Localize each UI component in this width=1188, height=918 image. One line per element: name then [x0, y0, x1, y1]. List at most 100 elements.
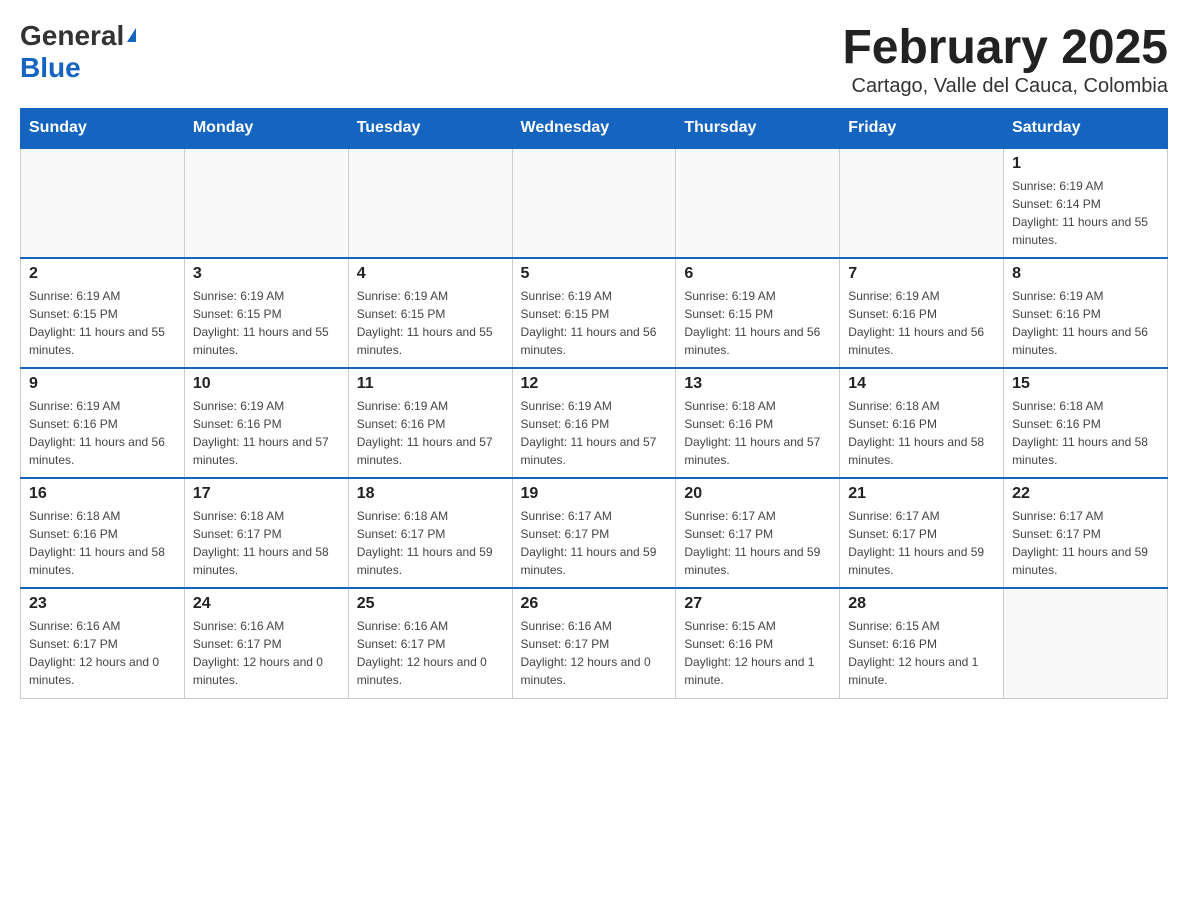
day-info: Sunrise: 6:19 AM Sunset: 6:15 PM Dayligh… [193, 287, 340, 359]
day-info: Sunrise: 6:15 AM Sunset: 6:16 PM Dayligh… [684, 617, 831, 689]
calendar-week-row: 23 Sunrise: 6:16 AM Sunset: 6:17 PM Dayli… [21, 588, 1168, 698]
day-number: 28 [848, 595, 995, 613]
calendar-cell [348, 148, 512, 258]
day-info: Sunrise: 6:17 AM Sunset: 6:17 PM Dayligh… [521, 507, 668, 579]
calendar-cell: 16Sunrise: 6:18 AM Sunset: 6:16 PM Dayli… [21, 478, 185, 588]
day-number: 2 [29, 265, 176, 283]
calendar-cell: 12 Sunrise: 6:19 AM Sunset: 6:16 PM Dayli… [512, 368, 676, 478]
day-info: Sunrise: 6:19 AM Sunset: 6:15 PM Dayligh… [684, 287, 831, 359]
day-number: 15 [1012, 375, 1159, 393]
day-number: 26 [521, 595, 668, 613]
day-info: Sunrise: 6:18 AM Sunset: 6:16 PM Dayligh… [684, 397, 831, 469]
day-number: 5 [521, 265, 668, 283]
day-info: Sunrise: 6:18 AM Sunset: 6:16 PM Dayligh… [1012, 397, 1159, 469]
day-number: 21 [848, 485, 995, 503]
day-number: 7 [848, 265, 995, 283]
day-info: Sunrise: 6:19 AM Sunset: 6:16 PM Dayligh… [357, 397, 504, 469]
day-info: Sunrise: 6:16 AM Sunset: 6:17 PM Dayligh… [357, 617, 504, 689]
day-info: Sunrise: 6:16 AM Sunset: 6:17 PM Dayligh… [193, 617, 340, 689]
calendar-cell: 27 Sunrise: 6:15 AM Sunset: 6:16 PM Dayli… [676, 588, 840, 698]
day-info: Sunrise: 6:19 AM Sunset: 6:15 PM Dayligh… [29, 287, 176, 359]
day-number: 13 [684, 375, 831, 393]
day-number: 24 [193, 595, 340, 613]
calendar-cell: 3 Sunrise: 6:19 AM Sunset: 6:15 PM Daylig… [184, 258, 348, 368]
calendar-cell: 23 Sunrise: 6:16 AM Sunset: 6:17 PM Dayli… [21, 588, 185, 698]
day-number: 16 [29, 485, 176, 503]
day-number: 23 [29, 595, 176, 613]
day-info: Sunrise: 6:19 AM Sunset: 6:14 PM Dayligh… [1012, 177, 1159, 249]
calendar-cell: 19 Sunrise: 6:17 AM Sunset: 6:17 PM Dayli… [512, 478, 676, 588]
day-number: 6 [684, 265, 831, 283]
day-info: Sunrise: 6:18 AM Sunset: 6:17 PM Dayligh… [193, 507, 340, 579]
calendar-cell: 13 Sunrise: 6:18 AM Sunset: 6:16 PM Dayli… [676, 368, 840, 478]
day-info: Sunrise: 6:19 AM Sunset: 6:16 PM Dayligh… [848, 287, 995, 359]
calendar-cell: 20 Sunrise: 6:17 AM Sunset: 6:17 PM Dayli… [676, 478, 840, 588]
calendar-cell: 22 Sunrise: 6:17 AM Sunset: 6:17 PM Dayli… [1004, 478, 1168, 588]
calendar: Sunday Monday Tuesday Wednesday Thursday… [20, 108, 1168, 699]
day-info: Sunrise: 6:17 AM Sunset: 6:17 PM Dayligh… [848, 507, 995, 579]
logo-general-text: General [20, 20, 124, 52]
calendar-week-row: 2 Sunrise: 6:19 AM Sunset: 6:15 PM Daylig… [21, 258, 1168, 368]
day-number: 12 [521, 375, 668, 393]
calendar-cell: 8Sunrise: 6:19 AM Sunset: 6:16 PM Daylig… [1004, 258, 1168, 368]
calendar-cell: 1 Sunrise: 6:19 AM Sunset: 6:14 PM Daylig… [1004, 148, 1168, 258]
logo-triangle-icon [127, 28, 136, 42]
day-number: 8 [1012, 265, 1159, 283]
day-info: Sunrise: 6:16 AM Sunset: 6:17 PM Dayligh… [29, 617, 176, 689]
calendar-week-row: 1 Sunrise: 6:19 AM Sunset: 6:14 PM Daylig… [21, 148, 1168, 258]
day-info: Sunrise: 6:17 AM Sunset: 6:17 PM Dayligh… [1012, 507, 1159, 579]
day-number: 27 [684, 595, 831, 613]
day-number: 22 [1012, 485, 1159, 503]
logo-blue-text: Blue [20, 52, 81, 83]
calendar-week-row: 16Sunrise: 6:18 AM Sunset: 6:16 PM Dayli… [21, 478, 1168, 588]
title-section: February 2025 Cartago, Valle del Cauca, … [842, 20, 1168, 98]
col-thursday: Thursday [676, 109, 840, 149]
day-info: Sunrise: 6:15 AM Sunset: 6:16 PM Dayligh… [848, 617, 995, 689]
day-info: Sunrise: 6:18 AM Sunset: 6:16 PM Dayligh… [848, 397, 995, 469]
calendar-cell: 5 Sunrise: 6:19 AM Sunset: 6:15 PM Daylig… [512, 258, 676, 368]
day-number: 10 [193, 375, 340, 393]
day-info: Sunrise: 6:18 AM Sunset: 6:17 PM Dayligh… [357, 507, 504, 579]
day-info: Sunrise: 6:19 AM Sunset: 6:16 PM Dayligh… [193, 397, 340, 469]
calendar-cell [184, 148, 348, 258]
calendar-cell [840, 148, 1004, 258]
calendar-cell [512, 148, 676, 258]
calendar-cell: 7 Sunrise: 6:19 AM Sunset: 6:16 PM Daylig… [840, 258, 1004, 368]
col-tuesday: Tuesday [348, 109, 512, 149]
calendar-cell [1004, 588, 1168, 698]
day-number: 11 [357, 375, 504, 393]
location: Cartago, Valle del Cauca, Colombia [842, 75, 1168, 98]
day-number: 20 [684, 485, 831, 503]
day-info: Sunrise: 6:17 AM Sunset: 6:17 PM Dayligh… [684, 507, 831, 579]
calendar-cell: 17 Sunrise: 6:18 AM Sunset: 6:17 PM Dayli… [184, 478, 348, 588]
calendar-cell: 18 Sunrise: 6:18 AM Sunset: 6:17 PM Dayli… [348, 478, 512, 588]
calendar-cell [21, 148, 185, 258]
day-info: Sunrise: 6:19 AM Sunset: 6:15 PM Dayligh… [357, 287, 504, 359]
logo: General Blue [20, 20, 136, 84]
day-number: 18 [357, 485, 504, 503]
calendar-cell: 11 Sunrise: 6:19 AM Sunset: 6:16 PM Dayli… [348, 368, 512, 478]
day-number: 14 [848, 375, 995, 393]
day-number: 9 [29, 375, 176, 393]
day-number: 3 [193, 265, 340, 283]
calendar-cell [676, 148, 840, 258]
col-saturday: Saturday [1004, 109, 1168, 149]
calendar-cell: 2 Sunrise: 6:19 AM Sunset: 6:15 PM Daylig… [21, 258, 185, 368]
calendar-cell: 21 Sunrise: 6:17 AM Sunset: 6:17 PM Dayli… [840, 478, 1004, 588]
calendar-cell: 9Sunrise: 6:19 AM Sunset: 6:16 PM Daylig… [21, 368, 185, 478]
calendar-cell: 4 Sunrise: 6:19 AM Sunset: 6:15 PM Daylig… [348, 258, 512, 368]
day-number: 19 [521, 485, 668, 503]
col-friday: Friday [840, 109, 1004, 149]
day-number: 4 [357, 265, 504, 283]
day-info: Sunrise: 6:19 AM Sunset: 6:15 PM Dayligh… [521, 287, 668, 359]
header: General Blue February 2025 Cartago, Vall… [20, 20, 1168, 98]
day-info: Sunrise: 6:16 AM Sunset: 6:17 PM Dayligh… [521, 617, 668, 689]
calendar-cell: 26 Sunrise: 6:16 AM Sunset: 6:17 PM Dayli… [512, 588, 676, 698]
month-year: February 2025 [842, 20, 1168, 75]
day-number: 1 [1012, 155, 1159, 173]
day-info: Sunrise: 6:19 AM Sunset: 6:16 PM Dayligh… [521, 397, 668, 469]
calendar-week-row: 9 Sunrise: 6:19 AM Sunset: 6:16 PM Daylig… [21, 368, 1168, 478]
calendar-cell: 14 Sunrise: 6:18 AM Sunset: 6:16 PM Dayli… [840, 368, 1004, 478]
col-monday: Monday [184, 109, 348, 149]
day-number: 17 [193, 485, 340, 503]
